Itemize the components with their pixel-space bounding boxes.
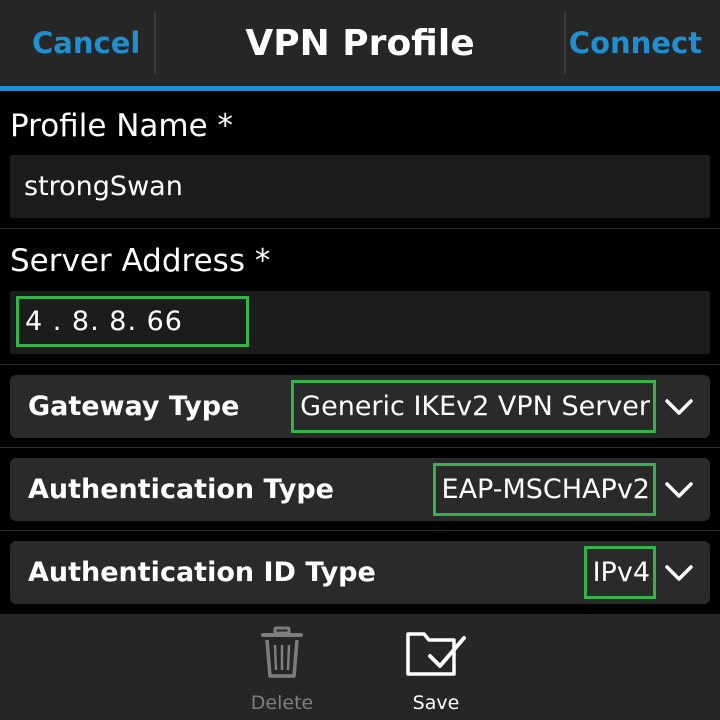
folder-check-icon	[406, 632, 466, 676]
server-address-label: Server Address *	[10, 243, 271, 279]
connect-button[interactable]: Connect	[569, 0, 702, 86]
save-button[interactable]: Save	[376, 614, 496, 720]
gateway-type-label: Gateway Type	[28, 391, 240, 422]
delete-button[interactable]: Delete	[222, 614, 342, 720]
title-divider	[564, 12, 566, 74]
server-address-field[interactable]: 4 . 8. 8. 66	[10, 291, 710, 354]
authentication-type-dropdown[interactable]: Authentication Type EAP-MSCHAPv2	[10, 458, 710, 521]
authentication-type-label: Authentication Type	[28, 474, 334, 505]
title-accent-line	[0, 86, 720, 91]
action-bar: Delete Save	[0, 614, 720, 720]
trash-icon	[261, 626, 303, 678]
profile-name-value: strongSwan	[24, 171, 183, 202]
divider	[0, 447, 720, 448]
save-label: Save	[412, 692, 460, 714]
title-divider	[154, 12, 156, 74]
chevron-down-icon	[665, 399, 693, 415]
title-bar: Cancel VPN Profile Connect	[0, 0, 720, 91]
profile-name-field[interactable]: strongSwan	[10, 155, 710, 218]
authentication-id-type-label: Authentication ID Type	[28, 557, 376, 588]
authentication-id-type-value: IPv4	[583, 546, 656, 599]
cancel-button[interactable]: Cancel	[32, 0, 140, 86]
delete-label: Delete	[250, 692, 314, 714]
divider	[0, 228, 720, 229]
divider	[0, 530, 720, 531]
profile-name-label: Profile Name *	[10, 108, 234, 144]
gateway-type-dropdown[interactable]: Gateway Type Generic IKEv2 VPN Server	[10, 375, 710, 438]
chevron-down-icon	[665, 482, 693, 498]
authentication-type-value: EAP-MSCHAPv2	[432, 463, 656, 516]
divider	[0, 364, 720, 365]
authentication-id-type-dropdown[interactable]: Authentication ID Type IPv4	[10, 541, 710, 604]
chevron-down-icon	[665, 565, 693, 581]
gateway-type-value: Generic IKEv2 VPN Server	[291, 380, 656, 433]
server-address-value: 4 . 8. 8. 66	[16, 296, 249, 347]
